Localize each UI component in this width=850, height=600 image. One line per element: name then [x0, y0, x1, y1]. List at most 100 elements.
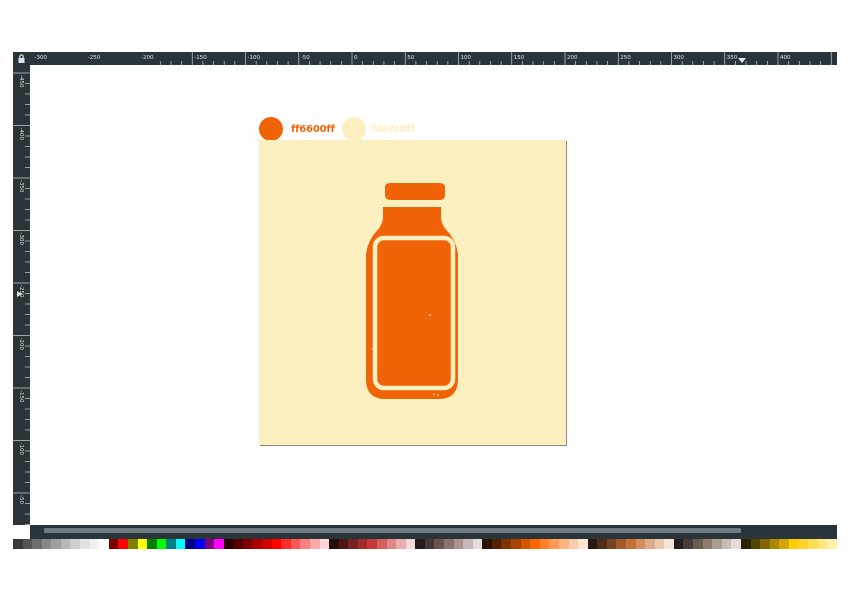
palette-swatch[interactable] — [702, 539, 713, 549]
palette-swatch[interactable] — [673, 539, 684, 549]
palette-swatch[interactable] — [491, 539, 502, 549]
palette-swatch[interactable] — [99, 539, 109, 549]
palette-swatch[interactable] — [597, 539, 607, 549]
palette-swatch[interactable] — [616, 539, 626, 549]
bottle-icon[interactable] — [363, 183, 461, 403]
palette-swatch[interactable] — [645, 539, 655, 549]
palette-swatch[interactable] — [367, 539, 377, 549]
palette-swatch[interactable] — [501, 539, 512, 549]
palette-swatch[interactable] — [51, 539, 61, 549]
palette-swatch[interactable] — [827, 539, 837, 549]
palette-swatch[interactable] — [788, 539, 799, 549]
palette-swatch[interactable] — [281, 539, 291, 549]
horizontal-scrollbar-thumb[interactable] — [44, 528, 741, 533]
palette-swatch[interactable] — [731, 539, 741, 549]
palette-swatch[interactable] — [530, 539, 540, 549]
palette-swatch[interactable] — [376, 539, 387, 549]
palette-swatch[interactable] — [185, 539, 195, 549]
ruler-label: -250 — [88, 55, 101, 61]
palette-swatch[interactable] — [175, 539, 186, 549]
palette-swatch[interactable] — [271, 539, 282, 549]
palette-swatch[interactable] — [578, 539, 588, 549]
palette-swatch[interactable] — [415, 539, 425, 549]
palette-swatch[interactable] — [319, 539, 330, 549]
palette-swatch[interactable] — [127, 539, 138, 549]
palette-swatch[interactable] — [472, 539, 483, 549]
palette-swatch[interactable] — [434, 539, 445, 549]
palette-swatch[interactable] — [424, 539, 435, 549]
palette-swatch[interactable] — [70, 539, 81, 549]
palette-swatch[interactable] — [779, 539, 789, 549]
palette-swatch[interactable] — [252, 539, 263, 549]
palette-swatch[interactable] — [262, 539, 272, 549]
palette-swatch[interactable] — [654, 539, 665, 549]
palette-swatch[interactable] — [817, 539, 828, 549]
palette-swatch[interactable] — [348, 539, 358, 549]
ruler-corner[interactable] — [13, 52, 30, 65]
artboard[interactable] — [259, 140, 566, 445]
palette-swatch[interactable] — [329, 539, 339, 549]
lock-icon[interactable] — [17, 54, 26, 63]
palette-swatch[interactable] — [80, 539, 90, 549]
swatch-legend-background[interactable]: fdefc0ff — [342, 117, 415, 141]
horizontal-scrollbar[interactable] — [30, 525, 837, 539]
palette-swatch[interactable] — [300, 539, 310, 549]
palette-swatch[interactable] — [357, 539, 368, 549]
palette-swatch[interactable] — [223, 539, 234, 549]
palette-swatch[interactable] — [626, 539, 636, 549]
palette-swatch[interactable] — [693, 539, 703, 549]
swatch-legend-primary[interactable]: ff6600ff — [259, 117, 335, 141]
palette-swatch[interactable] — [683, 539, 694, 549]
palette-swatch[interactable] — [520, 539, 531, 549]
palette-swatch[interactable] — [511, 539, 521, 549]
palette-swatch[interactable] — [444, 539, 454, 549]
vertical-ruler[interactable]: -450-400-350-300-250-200-150-100-50050 — [13, 65, 30, 525]
palette-swatch[interactable] — [539, 539, 550, 549]
palette-swatch[interactable] — [549, 539, 559, 549]
palette-swatch[interactable] — [807, 539, 818, 549]
palette-swatch[interactable] — [396, 539, 406, 549]
palette-swatch[interactable] — [635, 539, 646, 549]
palette-swatch[interactable] — [386, 539, 397, 549]
palette-swatch[interactable] — [194, 539, 205, 549]
palette-swatch[interactable] — [712, 539, 722, 549]
color-palette[interactable] — [13, 539, 837, 549]
palette-swatch[interactable] — [750, 539, 761, 549]
palette-swatch[interactable] — [587, 539, 598, 549]
palette-swatch[interactable] — [13, 539, 23, 549]
palette-swatch[interactable] — [769, 539, 780, 549]
palette-swatch[interactable] — [233, 539, 243, 549]
palette-swatch[interactable] — [147, 539, 157, 549]
horizontal-ruler[interactable]: -300 -250 -200 -150 -100 -50 0 50 100 150 200 250 30… — [30, 52, 837, 65]
palette-swatch[interactable] — [798, 539, 808, 549]
palette-swatch[interactable] — [453, 539, 464, 549]
palette-swatch[interactable] — [606, 539, 617, 549]
palette-swatch[interactable] — [290, 539, 301, 549]
palette-swatch[interactable] — [760, 539, 770, 549]
palette-swatch[interactable] — [664, 539, 674, 549]
palette-swatch[interactable] — [60, 539, 71, 549]
drawing-canvas[interactable]: ff6600ff fdefc0ff — [30, 65, 837, 525]
palette-swatch[interactable] — [463, 539, 473, 549]
palette-swatch[interactable] — [22, 539, 33, 549]
palette-swatch[interactable] — [558, 539, 569, 549]
palette-swatch[interactable] — [309, 539, 320, 549]
palette-swatch[interactable] — [137, 539, 148, 549]
palette-swatch[interactable] — [740, 539, 751, 549]
palette-swatch[interactable] — [204, 539, 215, 549]
palette-swatch[interactable] — [41, 539, 52, 549]
palette-swatch[interactable] — [214, 539, 224, 549]
palette-swatch[interactable] — [482, 539, 492, 549]
guide-marker-icon[interactable] — [738, 58, 746, 63]
palette-swatch[interactable] — [242, 539, 253, 549]
palette-swatch[interactable] — [721, 539, 732, 549]
palette-swatch[interactable] — [568, 539, 579, 549]
palette-swatch[interactable] — [118, 539, 128, 549]
palette-swatch[interactable] — [108, 539, 119, 549]
palette-swatch[interactable] — [32, 539, 42, 549]
palette-swatch[interactable] — [89, 539, 100, 549]
palette-swatch[interactable] — [166, 539, 176, 549]
palette-swatch[interactable] — [405, 539, 416, 549]
palette-swatch[interactable] — [338, 539, 349, 549]
palette-swatch[interactable] — [156, 539, 167, 549]
